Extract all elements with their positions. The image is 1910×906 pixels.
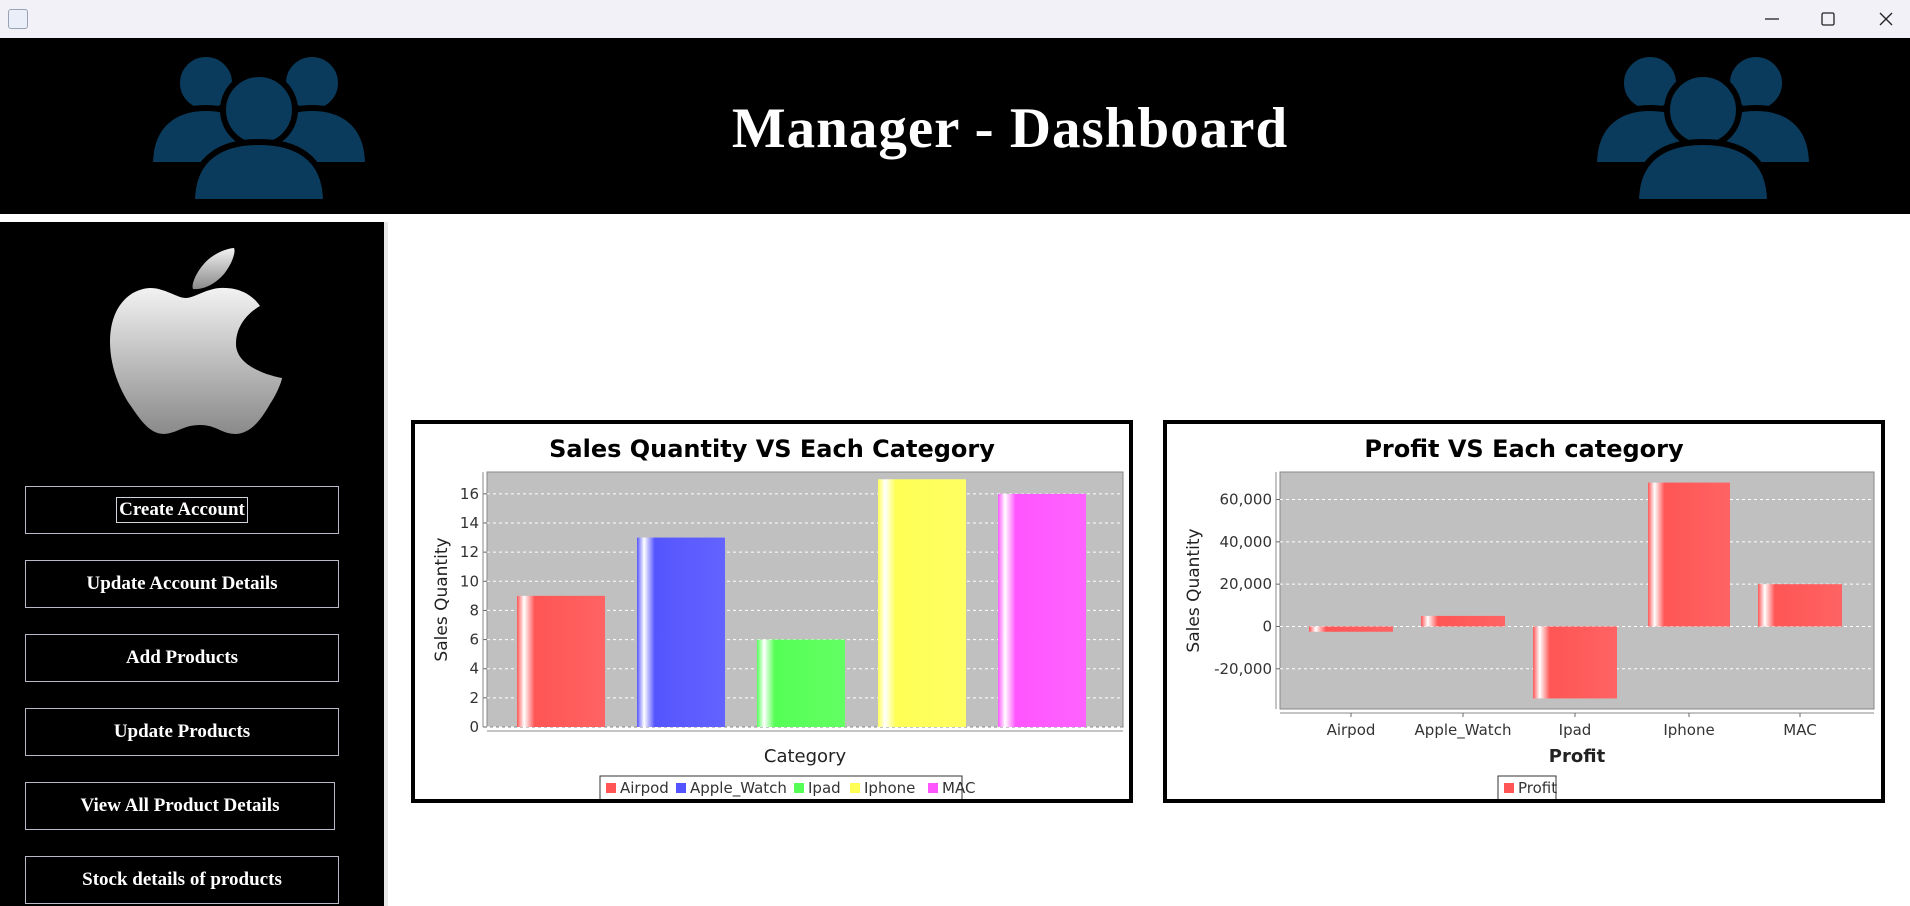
y-tick-label: 0 [1262, 617, 1272, 635]
y-tick-label: -20,000 [1214, 660, 1272, 678]
profit-chart: Profit VS Each category -20,000 0 20,000 40,… [1184, 435, 1875, 799]
update-products-button[interactable]: Update Products [25, 708, 339, 756]
legend-label-profit: Profit [1518, 779, 1557, 797]
legend-label-mac: MAC [942, 779, 975, 797]
legend-swatch-airpod [606, 783, 616, 793]
window-title-bar [0, 0, 1910, 39]
y-tick-label: 6 [469, 631, 479, 649]
y-tick-label: 4 [469, 660, 479, 678]
add-products-button[interactable]: Add Products [25, 634, 339, 682]
x-axis-label: Profit [1549, 746, 1606, 767]
x-axis-label: Category [764, 746, 847, 767]
chart-title: Profit VS Each category [1364, 435, 1684, 463]
maximize-icon [1821, 12, 1835, 26]
view-all-product-details-button[interactable]: View All Product Details [25, 782, 335, 830]
update-account-details-label: Update Account Details [86, 573, 278, 594]
sidebar-divider [384, 222, 388, 906]
legend-label-apple-watch: Apple_Watch [690, 779, 787, 798]
x-tick-label: Ipad [1559, 721, 1592, 739]
legend-swatch-mac [928, 783, 938, 793]
y-tick-label: 40,000 [1220, 533, 1273, 551]
sidebar: Create Account Update Account Details Ad… [0, 222, 384, 906]
stock-details-button[interactable]: Stock details of products [25, 856, 339, 904]
sales-quantity-chart-panel: Sales Quantity VS Each Category 0 2 4 6 8 10 12… [411, 420, 1133, 803]
close-button[interactable] [1857, 0, 1910, 38]
minimize-icon [1765, 18, 1779, 20]
y-tick-label: 20,000 [1220, 575, 1273, 593]
minimize-button[interactable] [1743, 0, 1801, 38]
view-all-product-details-label: View All Product Details [80, 795, 280, 816]
apple-logo [110, 248, 282, 434]
bar-airpod [1309, 626, 1393, 632]
header-divider [0, 214, 1910, 222]
legend-label-airpod: Airpod [620, 779, 669, 797]
java-app-icon [8, 9, 28, 29]
y-tick-label: 8 [469, 601, 479, 619]
bar-mac [998, 493, 1086, 727]
bar-apple-watch [637, 537, 725, 727]
y-tick-label: 14 [460, 514, 479, 532]
profit-chart-panel: Profit VS Each category -20,000 0 20,000 40,… [1163, 420, 1885, 803]
bar-apple-watch [1421, 615, 1505, 627]
bar-mac [1758, 584, 1842, 627]
legend-swatch-apple-watch [676, 783, 686, 793]
bar-ipad [757, 639, 845, 727]
stock-details-label: Stock details of products [82, 869, 282, 890]
maximize-button[interactable] [1799, 0, 1857, 38]
create-account-button[interactable]: Create Account [25, 486, 339, 534]
bar-iphone [1648, 482, 1730, 627]
y-tick-label: 10 [460, 572, 479, 590]
sales-quantity-chart: Sales Quantity VS Each Category 0 2 4 6 8 10 12… [432, 435, 1124, 799]
y-tick-label: 0 [469, 718, 479, 736]
y-axis-label: Sales Quantity [1184, 528, 1204, 652]
y-tick-label: 16 [460, 485, 479, 503]
y-tick-label: 60,000 [1220, 491, 1273, 509]
y-axis-label: Sales Quantity [432, 537, 452, 661]
y-tick-label: 12 [460, 543, 479, 561]
bar-iphone [878, 479, 966, 727]
dashboard-header: Manager - Dashboard [0, 38, 1910, 214]
create-account-label: Create Account [116, 497, 248, 523]
legend-swatch-profit [1504, 783, 1514, 793]
add-products-label: Add Products [125, 647, 239, 668]
update-account-details-button[interactable]: Update Account Details [25, 560, 339, 608]
close-icon [1879, 12, 1893, 26]
legend-swatch-iphone [850, 783, 860, 793]
chart-title: Sales Quantity VS Each Category [549, 435, 995, 463]
update-products-label: Update Products [113, 721, 251, 742]
x-tick-label: Airpod [1327, 721, 1376, 739]
users-group-icon [1594, 51, 1812, 202]
x-tick-label: Apple_Watch [1415, 721, 1512, 740]
bar-airpod [517, 595, 605, 727]
legend-label-iphone: Iphone [864, 779, 915, 797]
x-tick-label: Iphone [1663, 721, 1714, 739]
bar-ipad [1533, 626, 1617, 699]
legend-label-ipad: Ipad [808, 779, 841, 797]
legend-swatch-ipad [794, 783, 804, 793]
x-tick-label: MAC [1783, 721, 1816, 739]
y-tick-label: 2 [469, 689, 479, 707]
